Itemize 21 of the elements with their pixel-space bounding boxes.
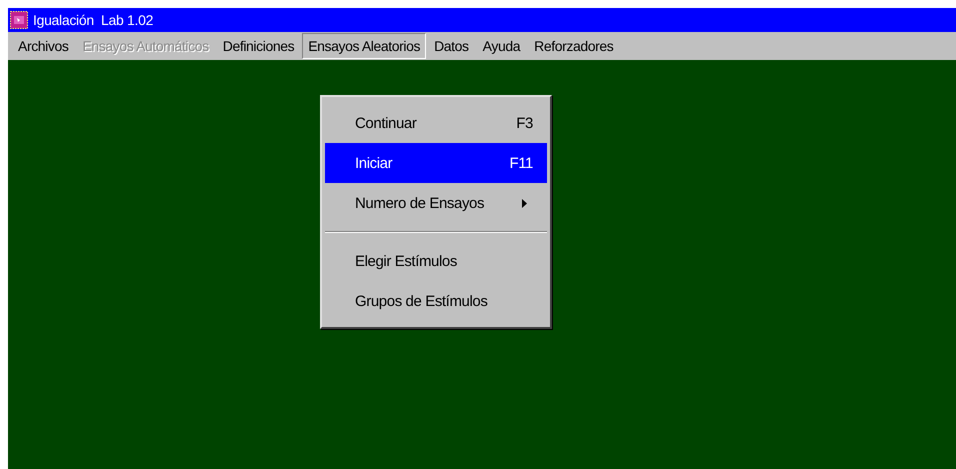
app-icon [10, 11, 28, 29]
menu-item[interactable]: Archivos [12, 33, 74, 59]
shortcut-label: F11 [509, 154, 533, 172]
menu-option[interactable]: Numero de Ensayos [325, 183, 547, 223]
menu-item[interactable]: Definiciones [216, 33, 300, 59]
option-label: Numero de Ensayos [355, 194, 486, 212]
option-label: Grupos de Estímulos [355, 292, 488, 310]
option-label: Elegir Estímulos [355, 252, 458, 270]
option-label: Continuar [355, 114, 418, 132]
shortcut-label: F3 [516, 114, 533, 132]
menu-item[interactable]: Ayuda [476, 33, 526, 59]
menu-option[interactable]: Continuar F3 [325, 103, 547, 143]
menu-item[interactable]: Reforzadores [528, 33, 620, 59]
menu-option[interactable]: Grupos de Estímulos [325, 281, 547, 321]
menu-item[interactable]: Datos [428, 33, 475, 59]
window-title: Igualación Lab 1.02 [33, 12, 154, 28]
submenu-arrow-icon [522, 198, 527, 208]
menu-option[interactable]: Elegir Estímulos [325, 241, 547, 281]
menu-item[interactable]: Ensayos Aleatorios [302, 33, 426, 59]
menu-option[interactable]: Iniciar F11 [325, 143, 547, 183]
option-label: Iniciar [355, 154, 394, 172]
